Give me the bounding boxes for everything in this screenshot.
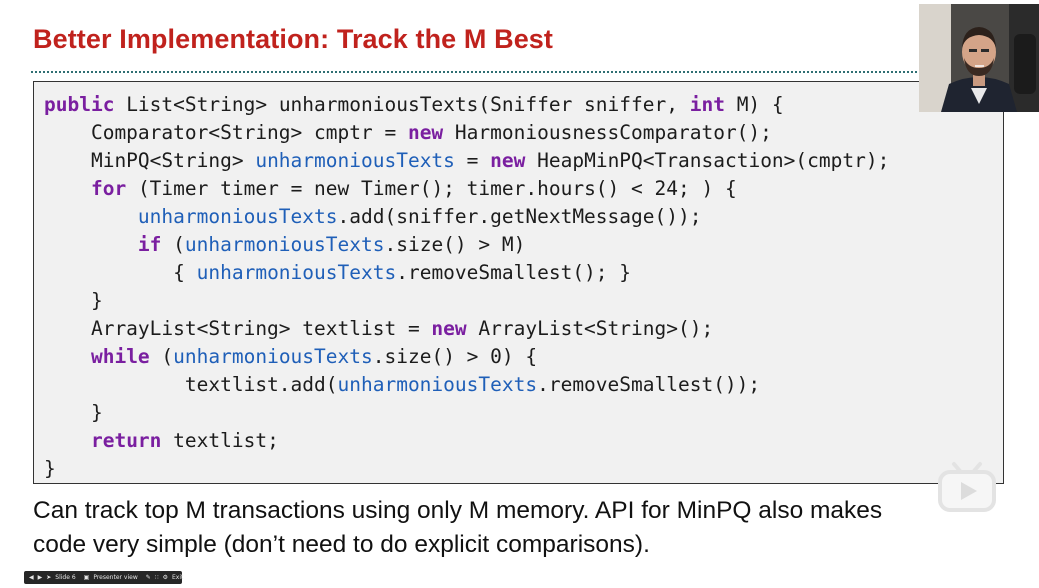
code-token: ( (149, 345, 174, 368)
code-token: .add(sniffer.getNextMessage()); (337, 205, 702, 228)
code-keyword: int (689, 93, 725, 116)
grid-icon[interactable]: ∷ (155, 571, 159, 584)
code-line: { unharmoniousTexts.removeSmallest(); } (44, 259, 889, 287)
code-lines: public List<String> unharmoniousTexts(Sn… (44, 91, 889, 483)
code-line: MinPQ<String> unharmoniousTexts = new He… (44, 147, 889, 175)
code-line: } (44, 455, 889, 483)
code-token: (Timer timer = new Timer(); timer.hours(… (126, 177, 737, 200)
presenter-toolbar: ◀ ▶ ➤ Slide 6 ▣ Presenter view ✎ ∷ ⚙ Exi… (24, 571, 183, 584)
monitor-icon[interactable]: ▣ (84, 571, 90, 584)
code-token: ( (161, 233, 185, 256)
slide-selector[interactable]: Slide 6 (55, 571, 75, 584)
video-play-icon (938, 462, 996, 512)
code-token: = (454, 149, 491, 172)
code-token: } (44, 401, 103, 424)
exit-button[interactable]: Exit (172, 571, 183, 584)
code-keyword: new (490, 149, 526, 172)
webcam-image (919, 4, 1039, 112)
code-line: } (44, 287, 889, 315)
code-token: ArrayList<String>(); (466, 317, 714, 340)
code-token: HeapMinPQ<Transaction>(cmptr); (525, 149, 890, 172)
code-token: .size() > 0) { (372, 345, 538, 368)
code-token: M) { (724, 93, 784, 116)
code-keyword: public (44, 93, 115, 116)
code-keyword: for (90, 177, 127, 200)
slide-title: Better Implementation: Track the M Best (33, 24, 554, 54)
code-variable: unharmoniousTexts (173, 345, 373, 368)
gear-icon[interactable]: ⚙ (163, 571, 168, 584)
code-line: return textlist; (44, 427, 889, 455)
code-token: Comparator<String> cmptr = (44, 121, 408, 144)
code-variable: unharmoniousTexts (337, 373, 538, 396)
code-line: for (Timer timer = new Timer(); timer.ho… (44, 175, 889, 203)
code-keyword: new (431, 317, 467, 340)
caption-line-1: Can track top M transactions using only … (33, 497, 883, 524)
next-icon[interactable]: ➤ (46, 571, 51, 584)
code-token: } (44, 457, 56, 480)
code-token: } (44, 289, 103, 312)
presenter-view-button[interactable]: Presenter view (93, 571, 137, 584)
caption-line-2: code very simple (don’t need to do expli… (33, 531, 650, 558)
code-line: if (unharmoniousTexts.size() > M) (44, 231, 889, 259)
code-token: .size() > M) (384, 233, 526, 256)
title-divider (31, 71, 917, 73)
code-token: HarmoniousnessComparator(); (443, 121, 772, 144)
code-keyword: if (137, 233, 162, 256)
code-keyword: while (90, 345, 150, 368)
pen-icon[interactable]: ✎ (146, 571, 151, 584)
code-line: Comparator<String> cmptr = new Harmoniou… (44, 119, 889, 147)
code-line: public List<String> unharmoniousTexts(Sn… (44, 91, 889, 119)
code-variable: unharmoniousTexts (184, 233, 385, 256)
code-line: } (44, 399, 889, 427)
code-keyword: return (90, 429, 162, 452)
code-variable: unharmoniousTexts (196, 261, 397, 284)
code-token: .removeSmallest(); } (396, 261, 632, 284)
code-token: .removeSmallest()); (537, 373, 761, 396)
code-token: List<String> unharmoniousTexts(Sniffer s… (114, 93, 690, 116)
code-token: ArrayList<String> textlist = (44, 317, 432, 340)
code-variable: unharmoniousTexts (137, 205, 338, 228)
code-block: public List<String> unharmoniousTexts(Sn… (33, 81, 1004, 484)
code-line: while (unharmoniousTexts.size() > 0) { (44, 343, 889, 371)
code-line: ArrayList<String> textlist = new ArrayLi… (44, 315, 889, 343)
code-line: textlist.add(unharmoniousTexts.removeSma… (44, 371, 889, 399)
video-watermark (936, 459, 998, 513)
code-line: unharmoniousTexts.add(sniffer.getNextMes… (44, 203, 889, 231)
code-keyword: new (407, 121, 444, 144)
presenter-webcam (919, 4, 1039, 112)
code-token: textlist.add( (44, 373, 338, 396)
prev-icon[interactable]: ◀ (29, 571, 34, 584)
code-variable: unharmoniousTexts (255, 149, 455, 172)
play-icon[interactable]: ▶ (38, 571, 43, 584)
slide-caption: Can track top M transactions using only … (33, 494, 882, 562)
code-token: { (44, 261, 197, 284)
code-token: textlist; (161, 429, 279, 452)
code-token: MinPQ<String> (44, 149, 256, 172)
